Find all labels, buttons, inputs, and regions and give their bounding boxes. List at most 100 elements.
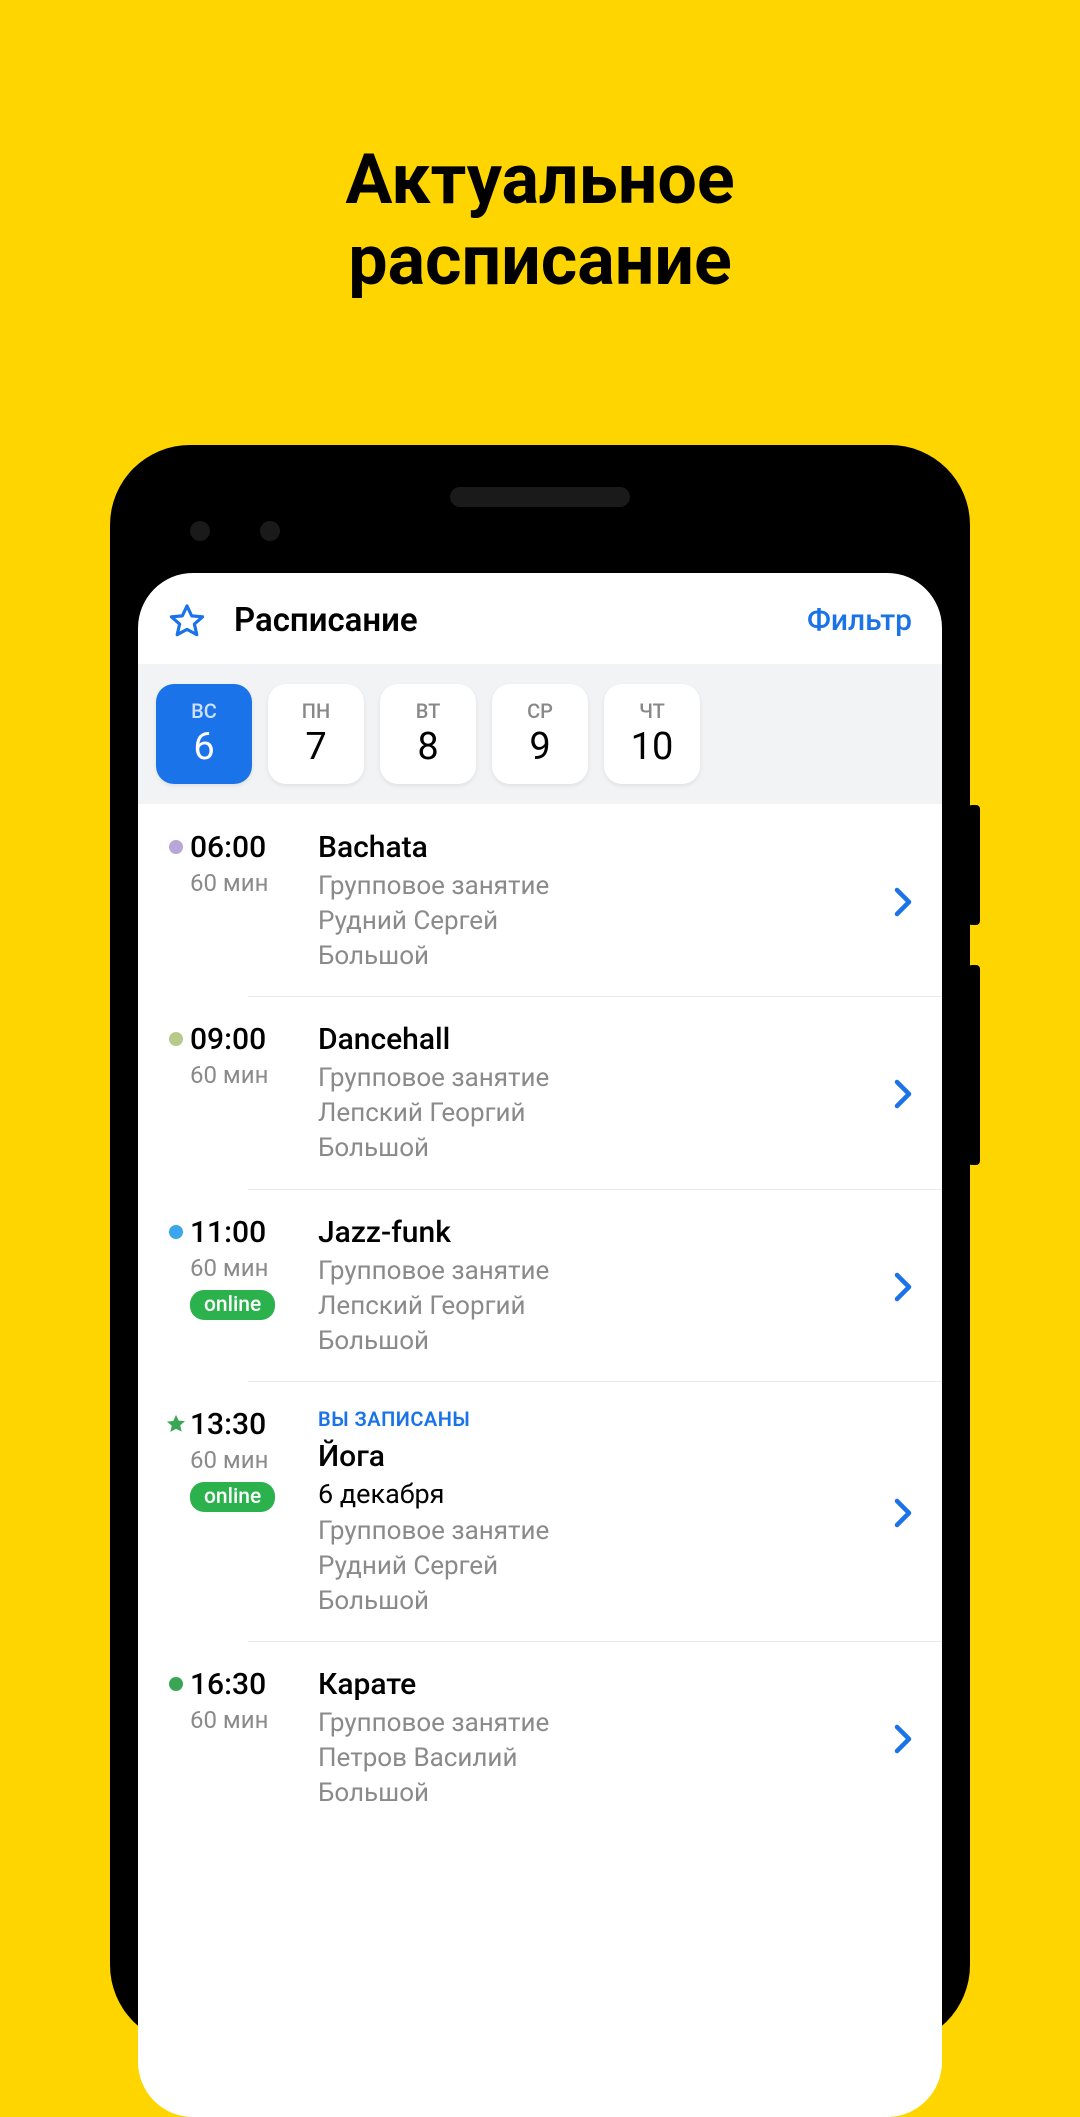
event-duration: 60 мин <box>190 1254 310 1282</box>
category-dot-icon <box>169 1225 183 1239</box>
time-column: 16:30 60 мин <box>190 1667 310 1811</box>
time-column: 11:00 60 мин online <box>190 1215 310 1359</box>
hero-title: Актуальное расписание <box>0 0 1080 301</box>
event-content: Bachata Групповое занятиеРудний СергейБол… <box>310 830 884 974</box>
event-time: 13:30 <box>190 1407 310 1442</box>
event-meta: Большой <box>318 939 884 974</box>
filter-button[interactable]: Фильтр <box>807 603 912 638</box>
event-time: 16:30 <box>190 1667 310 1702</box>
phone-camera-icon <box>260 521 280 541</box>
event-meta: Групповое занятие <box>318 1061 884 1096</box>
event-content: Карате Групповое занятиеПетров ВасилийБол… <box>310 1667 884 1811</box>
event-meta: Групповое занятие <box>318 1254 884 1289</box>
phone-side-button <box>968 965 980 1165</box>
page-title: Расписание <box>234 601 807 640</box>
event-duration: 60 мин <box>190 869 310 897</box>
app-screen: Расписание Фильтр ВС6ПН7ВТ8СР9ЧТ10 06:00… <box>138 573 942 2117</box>
favorites-star-icon[interactable] <box>168 602 206 640</box>
category-dot-icon <box>169 840 183 854</box>
event-meta: Большой <box>318 1324 884 1359</box>
event-title: Dancehall <box>318 1022 884 1057</box>
event-meta: Рудний Сергей <box>318 904 884 939</box>
category-dot-icon <box>169 1032 183 1046</box>
enrolled-label: ВЫ ЗАПИСАНЫ <box>318 1407 884 1431</box>
event-time: 11:00 <box>190 1215 310 1250</box>
schedule-row[interactable]: 16:30 60 мин Карате Групповое занятиеПетров… <box>138 1641 942 1833</box>
schedule-list[interactable]: 06:0060 минBachataГрупповое занятиеРудни… <box>138 804 942 2117</box>
day-of-week: ВС <box>191 699 217 723</box>
day-number: 7 <box>305 725 326 769</box>
day-selector[interactable]: ВС6ПН7ВТ8СР9ЧТ10 <box>138 664 942 804</box>
time-column: 13:30 60 мин online <box>190 1407 310 1619</box>
app-header: Расписание Фильтр <box>138 573 942 664</box>
event-meta: Групповое занятие <box>318 869 884 904</box>
event-duration: 60 мин <box>190 1706 310 1734</box>
day-number: 6 <box>193 725 214 769</box>
day-of-week: ПН <box>302 699 330 723</box>
online-badge: online <box>190 1482 275 1512</box>
row-marker <box>162 1667 190 1811</box>
event-title: Bachata <box>318 830 884 865</box>
event-time: 06:00 <box>190 830 310 865</box>
time-column: 09:00 60 мин <box>190 1022 310 1166</box>
chevron-right-icon <box>894 1079 912 1109</box>
event-meta: Большой <box>318 1131 884 1166</box>
event-meta: Рудний Сергей <box>318 1549 884 1584</box>
event-title: Йога <box>318 1439 884 1474</box>
row-disclosure[interactable] <box>884 1667 912 1811</box>
row-marker <box>162 830 190 974</box>
day-of-week: ЧТ <box>639 699 665 723</box>
phone-speaker <box>450 487 630 507</box>
event-title: Карате <box>318 1667 884 1702</box>
day-pill[interactable]: ПН7 <box>268 684 364 784</box>
event-meta: Лепский Георгий <box>318 1096 884 1131</box>
day-number: 9 <box>529 725 550 769</box>
event-duration: 60 мин <box>190 1446 310 1474</box>
hero-line-1: Актуальное <box>0 140 1080 221</box>
day-pill[interactable]: ВС6 <box>156 684 252 784</box>
chevron-right-icon <box>894 1724 912 1754</box>
event-content: Dancehall Групповое занятиеЛепский Георги… <box>310 1022 884 1166</box>
phone-side-button <box>968 805 980 925</box>
chevron-right-icon <box>894 887 912 917</box>
event-content: ВЫ ЗАПИСАНЫ Йога 6 декабря Групповое заняти… <box>310 1407 884 1619</box>
event-duration: 60 мин <box>190 1061 310 1089</box>
day-pill[interactable]: СР9 <box>492 684 588 784</box>
event-meta: Групповое занятие <box>318 1706 884 1741</box>
phone-frame: Расписание Фильтр ВС6ПН7ВТ8СР9ЧТ10 06:00… <box>110 445 970 2045</box>
event-time: 09:00 <box>190 1022 310 1057</box>
schedule-row[interactable]: 13:30 60 мин online ВЫ ЗАПИСАНЫ Йога 6 декабр… <box>138 1381 942 1641</box>
phone-camera-icon <box>190 521 210 541</box>
time-column: 06:00 60 мин <box>190 830 310 974</box>
event-meta: Петров Василий <box>318 1741 884 1776</box>
row-marker <box>162 1022 190 1166</box>
day-pill[interactable]: ЧТ10 <box>604 684 700 784</box>
day-number: 10 <box>631 725 674 769</box>
row-disclosure[interactable] <box>884 1022 912 1166</box>
category-dot-icon <box>169 1677 183 1691</box>
event-title: Jazz-funk <box>318 1215 884 1250</box>
event-meta: Большой <box>318 1584 884 1619</box>
day-number: 8 <box>417 725 438 769</box>
row-marker <box>162 1407 190 1619</box>
chevron-right-icon <box>894 1498 912 1528</box>
schedule-row[interactable]: 11:00 60 мин online Jazz-funk Групповое заня… <box>138 1189 942 1381</box>
chevron-right-icon <box>894 1272 912 1302</box>
hero-line-2: расписание <box>0 221 1080 302</box>
event-meta: Групповое занятие <box>318 1514 884 1549</box>
row-disclosure[interactable] <box>884 1215 912 1359</box>
schedule-row[interactable]: 09:00 60 мин Dancehall Групповое занятиеЛеп… <box>138 996 942 1188</box>
row-marker <box>162 1215 190 1359</box>
event-meta: Лепский Георгий <box>318 1289 884 1324</box>
online-badge: online <box>190 1290 275 1320</box>
day-of-week: СР <box>527 699 553 723</box>
event-date: 6 декабря <box>318 1478 884 1510</box>
event-meta: Большой <box>318 1776 884 1811</box>
row-disclosure[interactable] <box>884 1407 912 1619</box>
row-disclosure[interactable] <box>884 830 912 974</box>
day-pill[interactable]: ВТ8 <box>380 684 476 784</box>
schedule-row[interactable]: 06:00 60 мин Bachata Групповое занятиеРудни… <box>138 804 942 996</box>
day-of-week: ВТ <box>416 699 441 723</box>
favorite-star-icon <box>165 1413 187 1435</box>
event-content: Jazz-funk Групповое занятиеЛепский Георги… <box>310 1215 884 1359</box>
